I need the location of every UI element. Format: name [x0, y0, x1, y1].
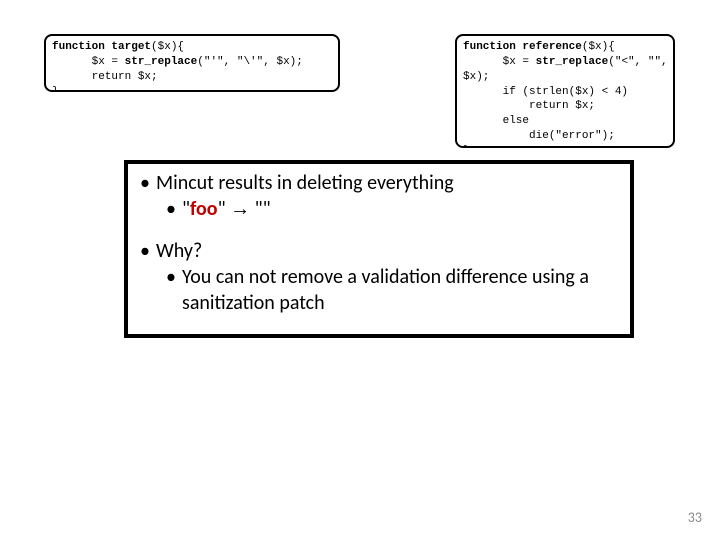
code-text: if (strlen($x) < 4) [463, 86, 628, 98]
kw-function: function [52, 41, 111, 53]
code-text: die("error"); [463, 130, 615, 142]
spacer [134, 222, 620, 238]
bullet-2-sub: • You can not remove a validation differ… [160, 264, 620, 316]
content-panel: • Mincut results in deleting everything … [128, 164, 630, 334]
code-text: $x); [463, 71, 489, 83]
code-text: $x = [463, 56, 536, 68]
bullet-2-text: Why? [156, 238, 620, 264]
code-text: } [52, 86, 59, 92]
code-box-target: function target($x){ $x = str_replace("'… [44, 34, 340, 92]
bullet-dot-icon: • [160, 196, 182, 222]
bullet-1-text: Mincut results in deleting everything [156, 170, 620, 196]
bullet-dot-icon: • [134, 170, 156, 196]
bullet-dot-icon: • [134, 238, 156, 264]
bullet-dot-icon: • [160, 264, 182, 290]
quote-mid: " [218, 197, 231, 221]
code-box-reference: function reference($x){ $x = str_replace… [455, 34, 675, 148]
fn-name-target: target [111, 41, 151, 53]
bullet-2-sub-text: You can not remove a validation differen… [182, 264, 620, 316]
code-text: $x = [52, 56, 125, 68]
code-text: ($x){ [582, 41, 615, 53]
code-text: return $x; [463, 100, 595, 112]
fn-name-reference: reference [522, 41, 581, 53]
code-text: } [463, 145, 470, 148]
fn-strreplace: str_replace [536, 56, 609, 68]
quote-pre: " [182, 197, 190, 221]
code-text: return $x; [52, 71, 158, 83]
bullet-1-sub-text: "foo" → "" [182, 196, 620, 222]
quote-post: "" [250, 197, 271, 221]
foo-text: foo [190, 197, 218, 221]
code-text: ("'", "\'", $x); [197, 56, 303, 68]
fn-strreplace: str_replace [125, 56, 198, 68]
bullet-1: • Mincut results in deleting everything [134, 170, 620, 196]
arrow-icon: → [230, 198, 250, 220]
code-text: ($x){ [151, 41, 184, 53]
bullet-2: • Why? [134, 238, 620, 264]
code-text: else [463, 115, 529, 127]
kw-function: function [463, 41, 522, 53]
bullet-1-sub: • "foo" → "" [160, 196, 620, 222]
page-number: 33 [688, 509, 702, 526]
code-text: ("<", "", [608, 56, 667, 68]
